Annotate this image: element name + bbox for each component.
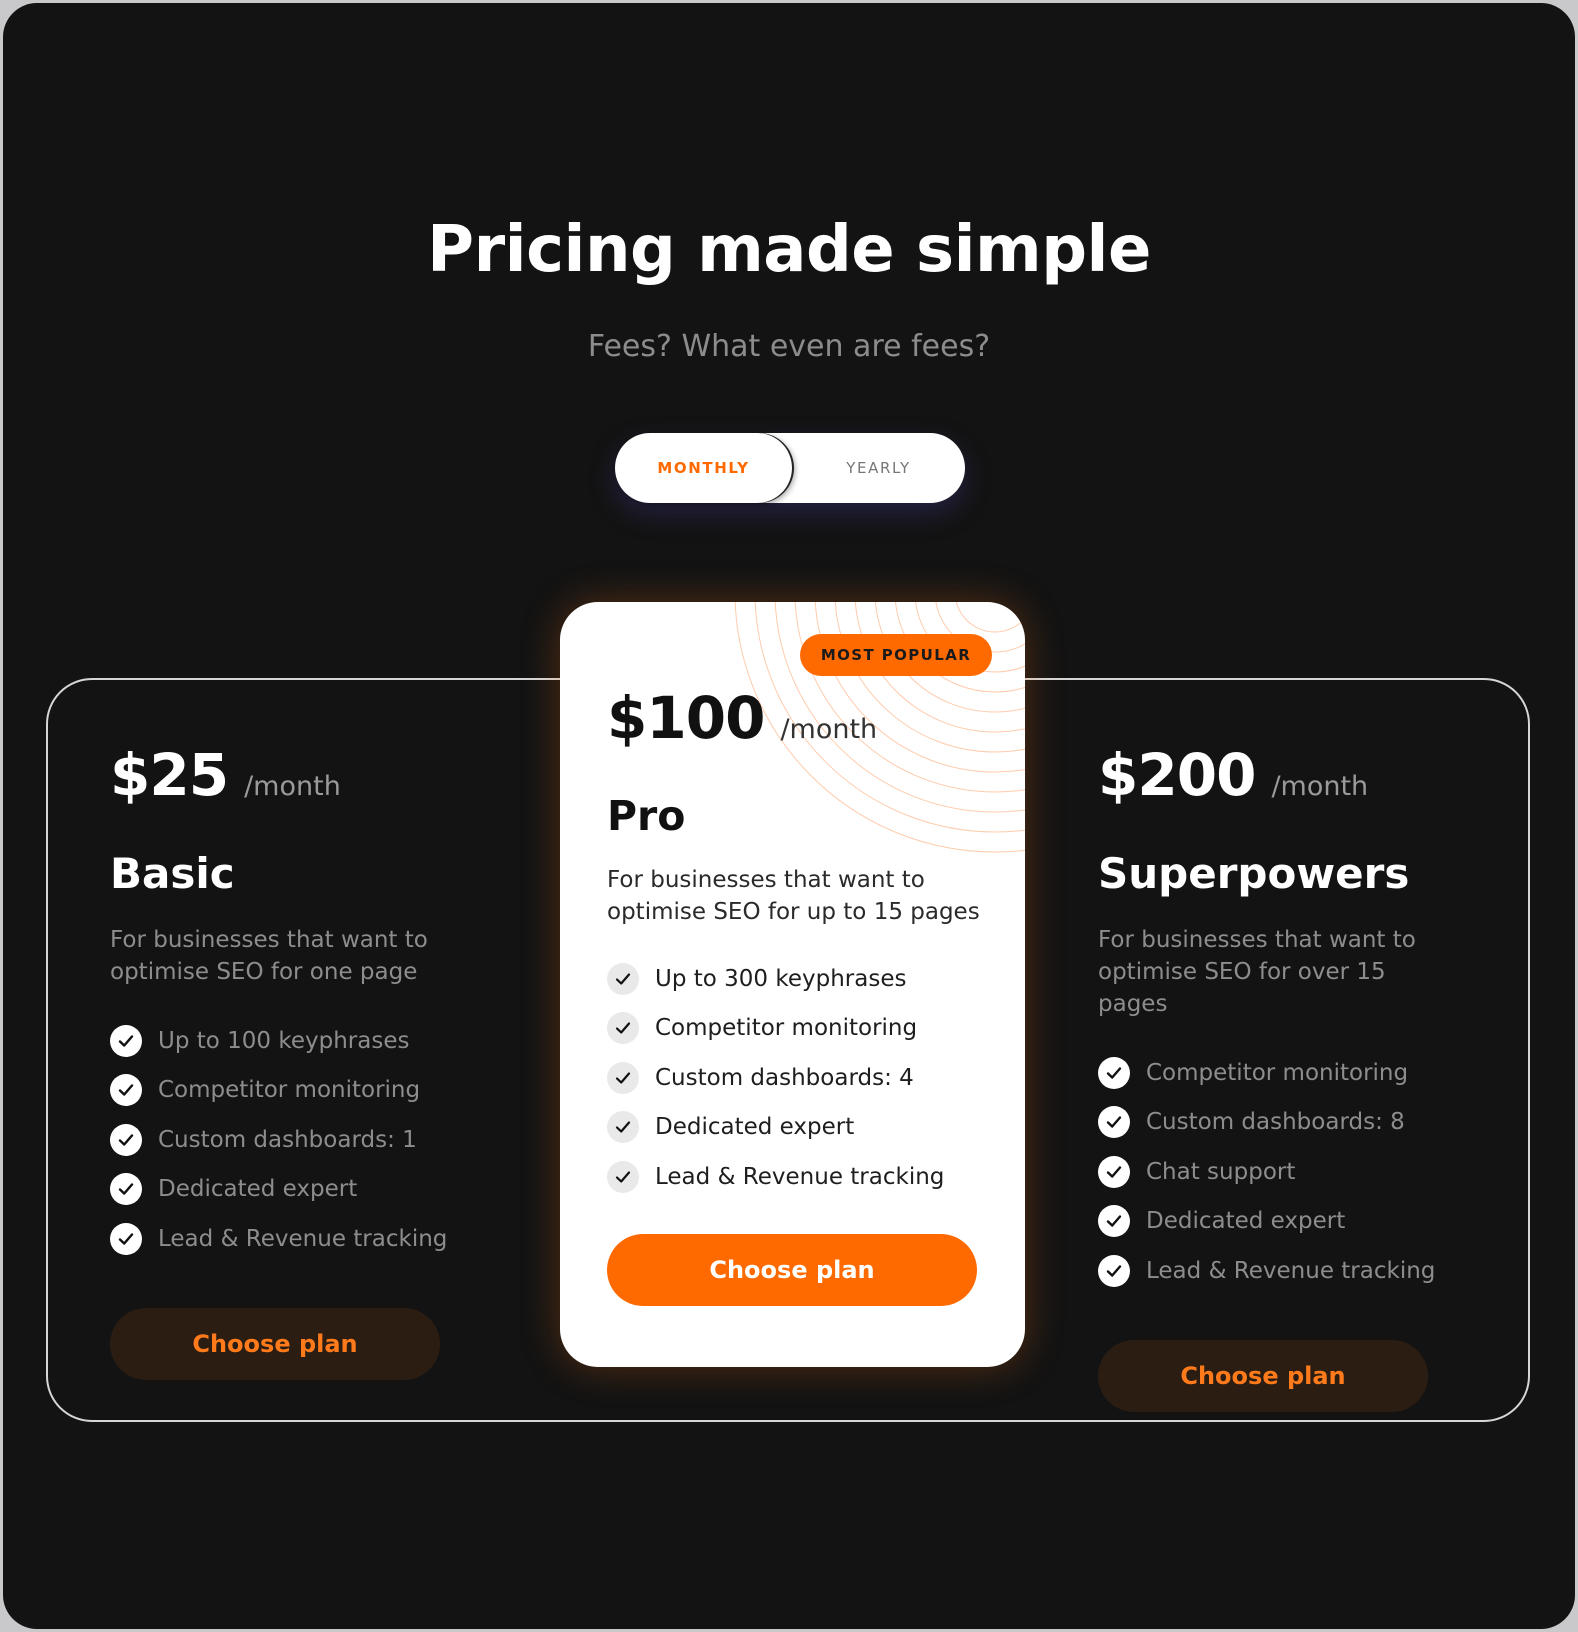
feature-label: Custom dashboards: 8	[1146, 1109, 1405, 1136]
plan-price: $200	[1098, 741, 1256, 809]
price-row: $25 /month	[110, 741, 490, 809]
check-icon	[110, 1222, 142, 1255]
plan-price: $25	[110, 741, 229, 809]
plan-description: For businesses that want to optimise SEO…	[607, 867, 980, 925]
plan-description: For businesses that want to optimise SEO…	[1098, 927, 1416, 1017]
check-icon	[1098, 1106, 1130, 1139]
check-icon	[110, 1074, 142, 1107]
plan-description: For businesses that want to optimise SEO…	[110, 927, 428, 985]
feature-list: Competitor monitoring Custom dashboards:…	[1098, 1048, 1478, 1296]
plan-card-superpowers: $200 /month Superpowers For businesses t…	[1098, 741, 1478, 1412]
check-icon	[1098, 1155, 1130, 1188]
toggle-yearly[interactable]: YEARLY	[792, 433, 965, 503]
plan-card-pro: MOST POPULAR $100 /month Pro For busines…	[560, 602, 1025, 1367]
feature-label: Up to 100 keyphrases	[158, 1027, 410, 1054]
page-title: Pricing made simple	[427, 213, 1151, 287]
feature-item: Dedicated expert	[110, 1165, 490, 1215]
plan-period: /month	[780, 714, 878, 745]
feature-item: Dedicated expert	[607, 1103, 997, 1153]
most-popular-badge: MOST POPULAR	[800, 634, 992, 676]
feature-item: Custom dashboards: 1	[110, 1115, 490, 1165]
feature-label: Dedicated expert	[158, 1176, 358, 1203]
plan-period: /month	[1271, 771, 1369, 802]
plan-name: Pro	[607, 792, 686, 840]
price-row: $100 /month	[607, 684, 997, 752]
check-icon	[607, 962, 639, 995]
price-row: $200 /month	[1098, 741, 1478, 809]
check-icon	[607, 1061, 639, 1094]
feature-item: Lead & Revenue tracking	[607, 1152, 997, 1202]
pricing-page: Pricing made simple Fees? What even are …	[3, 3, 1575, 1629]
feature-label: Lead & Revenue tracking	[158, 1225, 448, 1252]
check-icon	[607, 1012, 639, 1045]
toggle-monthly[interactable]: MONTHLY	[615, 433, 792, 503]
check-icon	[110, 1024, 142, 1057]
check-icon	[1098, 1056, 1130, 1089]
feature-label: Custom dashboards: 4	[655, 1064, 914, 1091]
feature-item: Custom dashboards: 4	[607, 1053, 997, 1103]
feature-item: Competitor monitoring	[1098, 1048, 1478, 1098]
choose-plan-button[interactable]: Choose plan	[110, 1307, 440, 1380]
billing-toggle: MONTHLY YEARLY	[615, 433, 965, 503]
check-icon	[607, 1111, 639, 1144]
feature-item: Up to 300 keyphrases	[607, 954, 997, 1004]
choose-plan-button[interactable]: Choose plan	[607, 1233, 977, 1306]
feature-list: Up to 100 keyphrases Competitor monitori…	[110, 1016, 490, 1264]
plan-name: Basic	[110, 849, 235, 898]
feature-label: Competitor monitoring	[158, 1077, 421, 1104]
page-subtitle: Fees? What even are fees?	[587, 329, 991, 364]
feature-label: Dedicated expert	[1146, 1208, 1346, 1235]
feature-item: Chat support	[1098, 1147, 1478, 1197]
check-icon	[1098, 1205, 1130, 1238]
feature-item: Up to 100 keyphrases	[110, 1016, 490, 1066]
feature-item: Competitor monitoring	[607, 1004, 997, 1054]
plan-period: /month	[244, 771, 341, 802]
plan-name: Superpowers	[1098, 849, 1410, 898]
feature-label: Lead & Revenue tracking	[655, 1163, 945, 1190]
check-icon	[110, 1123, 142, 1156]
feature-item: Competitor monitoring	[110, 1066, 490, 1116]
plan-price: $100	[607, 684, 765, 752]
plan-content: $100 /month Pro For businesses that want…	[607, 684, 997, 1306]
feature-label: Competitor monitoring	[655, 1015, 918, 1042]
check-icon	[607, 1160, 639, 1193]
feature-label: Up to 300 keyphrases	[655, 965, 907, 992]
feature-item: Custom dashboards: 8	[1098, 1098, 1478, 1148]
feature-label: Competitor monitoring	[1146, 1059, 1409, 1086]
feature-list: Up to 300 keyphrases Competitor monitori…	[607, 954, 997, 1202]
feature-label: Chat support	[1146, 1158, 1296, 1185]
feature-label: Lead & Revenue tracking	[1146, 1257, 1436, 1284]
plan-card-basic: $25 /month Basic For businesses that wan…	[110, 741, 490, 1380]
feature-item: Dedicated expert	[1098, 1197, 1478, 1247]
feature-label: Dedicated expert	[655, 1114, 855, 1141]
check-icon	[1098, 1254, 1130, 1287]
feature-item: Lead & Revenue tracking	[1098, 1246, 1478, 1296]
feature-label: Custom dashboards: 1	[158, 1126, 417, 1153]
feature-item: Lead & Revenue tracking	[110, 1214, 490, 1264]
check-icon	[110, 1173, 142, 1206]
choose-plan-button[interactable]: Choose plan	[1098, 1339, 1428, 1412]
